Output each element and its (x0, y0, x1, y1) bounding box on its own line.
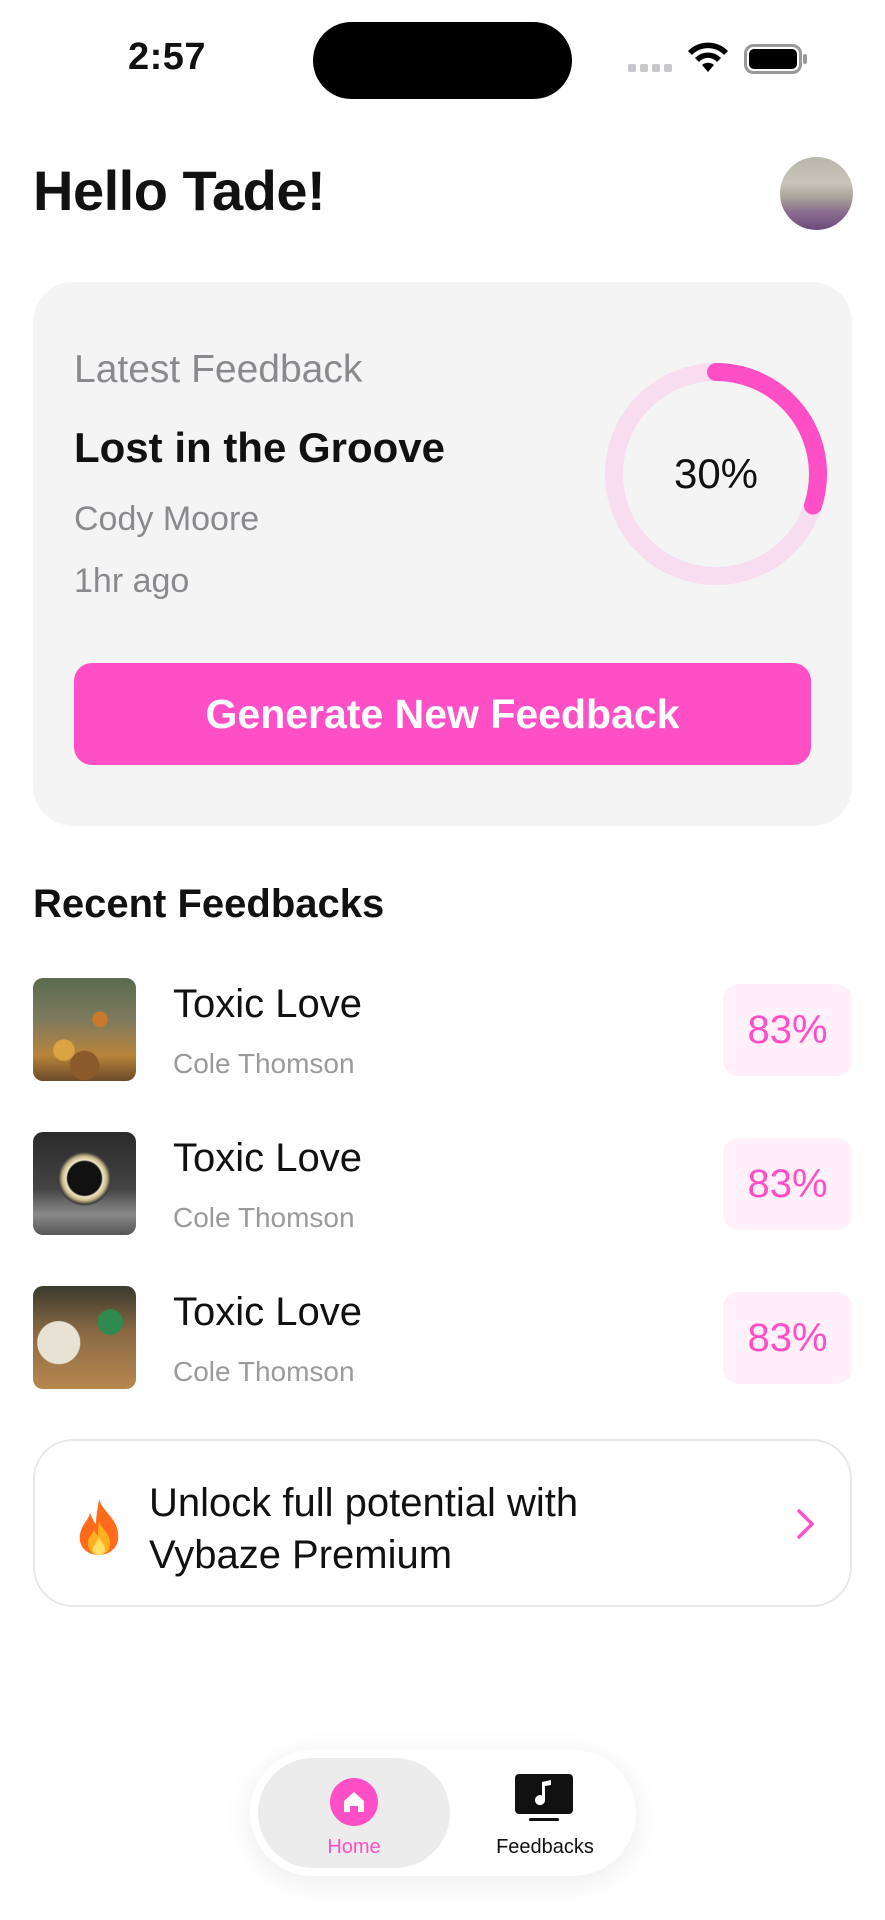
generate-feedback-button[interactable]: Generate New Feedback (74, 663, 811, 765)
track-artist: Cole Thomson (173, 1356, 355, 1387)
cellular-signal-icon (628, 58, 676, 72)
score-badge: 83% (723, 1138, 852, 1230)
music-note-icon (515, 1774, 573, 1821)
track-thumbnail (33, 1132, 136, 1235)
nav-item-feedbacks[interactable]: Feedbacks (462, 1758, 628, 1868)
status-bar: 2:57 (0, 0, 885, 110)
recent-feedbacks-list: Toxic Love Cole Thomson 83% Toxic Love C… (33, 978, 852, 1440)
greeting-title: Hello Tade! (33, 159, 326, 222)
track-title: Toxic Love (173, 982, 362, 1026)
dynamic-island (313, 22, 572, 99)
latest-feedback-time: 1hr ago (74, 562, 190, 600)
list-item[interactable]: Toxic Love Cole Thomson 83% (33, 1132, 852, 1286)
nav-item-home[interactable]: Home (258, 1758, 450, 1868)
home-icon (330, 1778, 378, 1826)
track-title: Toxic Love (173, 1290, 362, 1334)
latest-feedback-artist: Cody Moore (74, 500, 260, 538)
track-thumbnail (33, 1286, 136, 1389)
fire-icon (79, 1499, 119, 1555)
bottom-nav: Home Feedbacks (250, 1750, 636, 1876)
premium-promo-text: Unlock full potential with Vybaze Premiu… (149, 1481, 579, 1577)
score-value: 30% (673, 450, 759, 497)
list-item[interactable]: Toxic Love Cole Thomson 83% (33, 1286, 852, 1440)
list-item[interactable]: Toxic Love Cole Thomson 83% (33, 978, 852, 1132)
latest-feedback-card[interactable]: Latest Feedback Lost in the Groove Cody … (33, 282, 852, 826)
nav-label-feedbacks: Feedbacks (496, 1836, 594, 1858)
chevron-right-icon (797, 1509, 814, 1539)
score-badge: 83% (723, 984, 852, 1076)
track-artist: Cole Thomson (173, 1202, 355, 1233)
recent-feedbacks-title: Recent Feedbacks (33, 882, 385, 926)
latest-feedback-label: Latest Feedback (74, 348, 363, 391)
track-title: Toxic Love (173, 1136, 362, 1180)
score-badge: 83% (723, 1292, 852, 1384)
status-time: 2:57 (128, 36, 207, 78)
wifi-icon (688, 42, 728, 72)
profile-avatar[interactable] (780, 157, 853, 230)
track-thumbnail (33, 978, 136, 1081)
premium-banner[interactable]: Unlock full potential with Vybaze Premiu… (33, 1439, 852, 1607)
track-artist: Cole Thomson (173, 1048, 355, 1079)
latest-feedback-title: Lost in the Groove (74, 424, 446, 471)
battery-icon (744, 44, 807, 74)
nav-label-home: Home (327, 1836, 381, 1858)
